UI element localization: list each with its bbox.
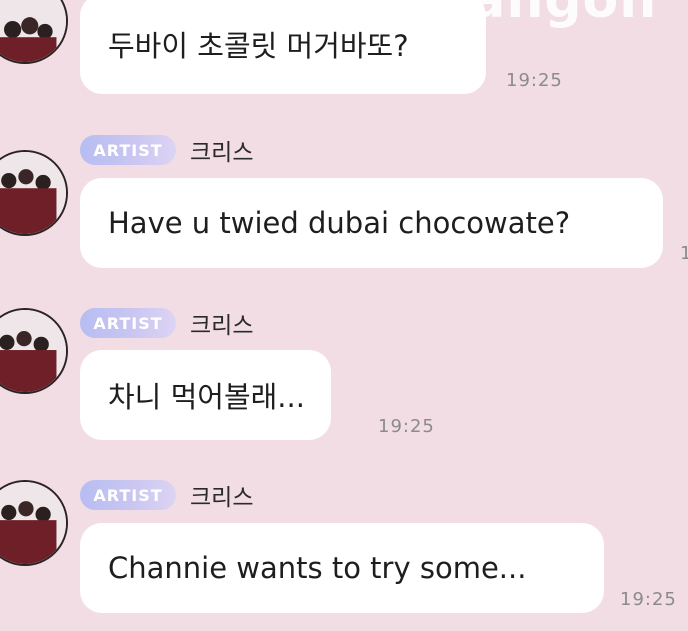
sender-name[interactable]: 크리스 [190, 306, 253, 340]
sender-header: ARTIST 크리스 [80, 306, 253, 340]
message-bubble[interactable]: 차니 먹어볼래... [80, 350, 331, 440]
avatar[interactable] [0, 0, 68, 64]
sender-header: ARTIST 크리스 [80, 133, 253, 167]
message-time: 19:25 [506, 70, 563, 91]
message-bubble[interactable]: Channie wants to try some... [80, 523, 604, 613]
avatar[interactable] [0, 480, 68, 566]
message-text: 차니 먹어볼래... [108, 380, 305, 414]
sender-name[interactable]: 크리스 [190, 133, 253, 167]
message-bubble[interactable]: Have u twied dubai chocowate? [80, 178, 663, 268]
artist-badge: ARTIST [80, 135, 176, 165]
message-bubble[interactable]: 두바이 초콜릿 머거바또? [80, 0, 486, 94]
sender-header: ARTIST 크리스 [80, 478, 253, 512]
sender-name[interactable]: 크리스 [190, 478, 253, 512]
message-text: Channie wants to try some... [108, 551, 527, 585]
message-text: 두바이 초콜릿 머거바또? [108, 29, 409, 63]
message-time: 19:25 [378, 416, 435, 437]
artist-badge: ARTIST [80, 480, 176, 510]
avatar[interactable] [0, 308, 68, 394]
message-time: 19:25 [620, 589, 677, 610]
artist-badge: ARTIST [80, 308, 176, 338]
message-time: 1 [680, 243, 688, 264]
message-text: Have u twied dubai chocowate? [108, 206, 571, 240]
avatar[interactable] [0, 150, 68, 236]
